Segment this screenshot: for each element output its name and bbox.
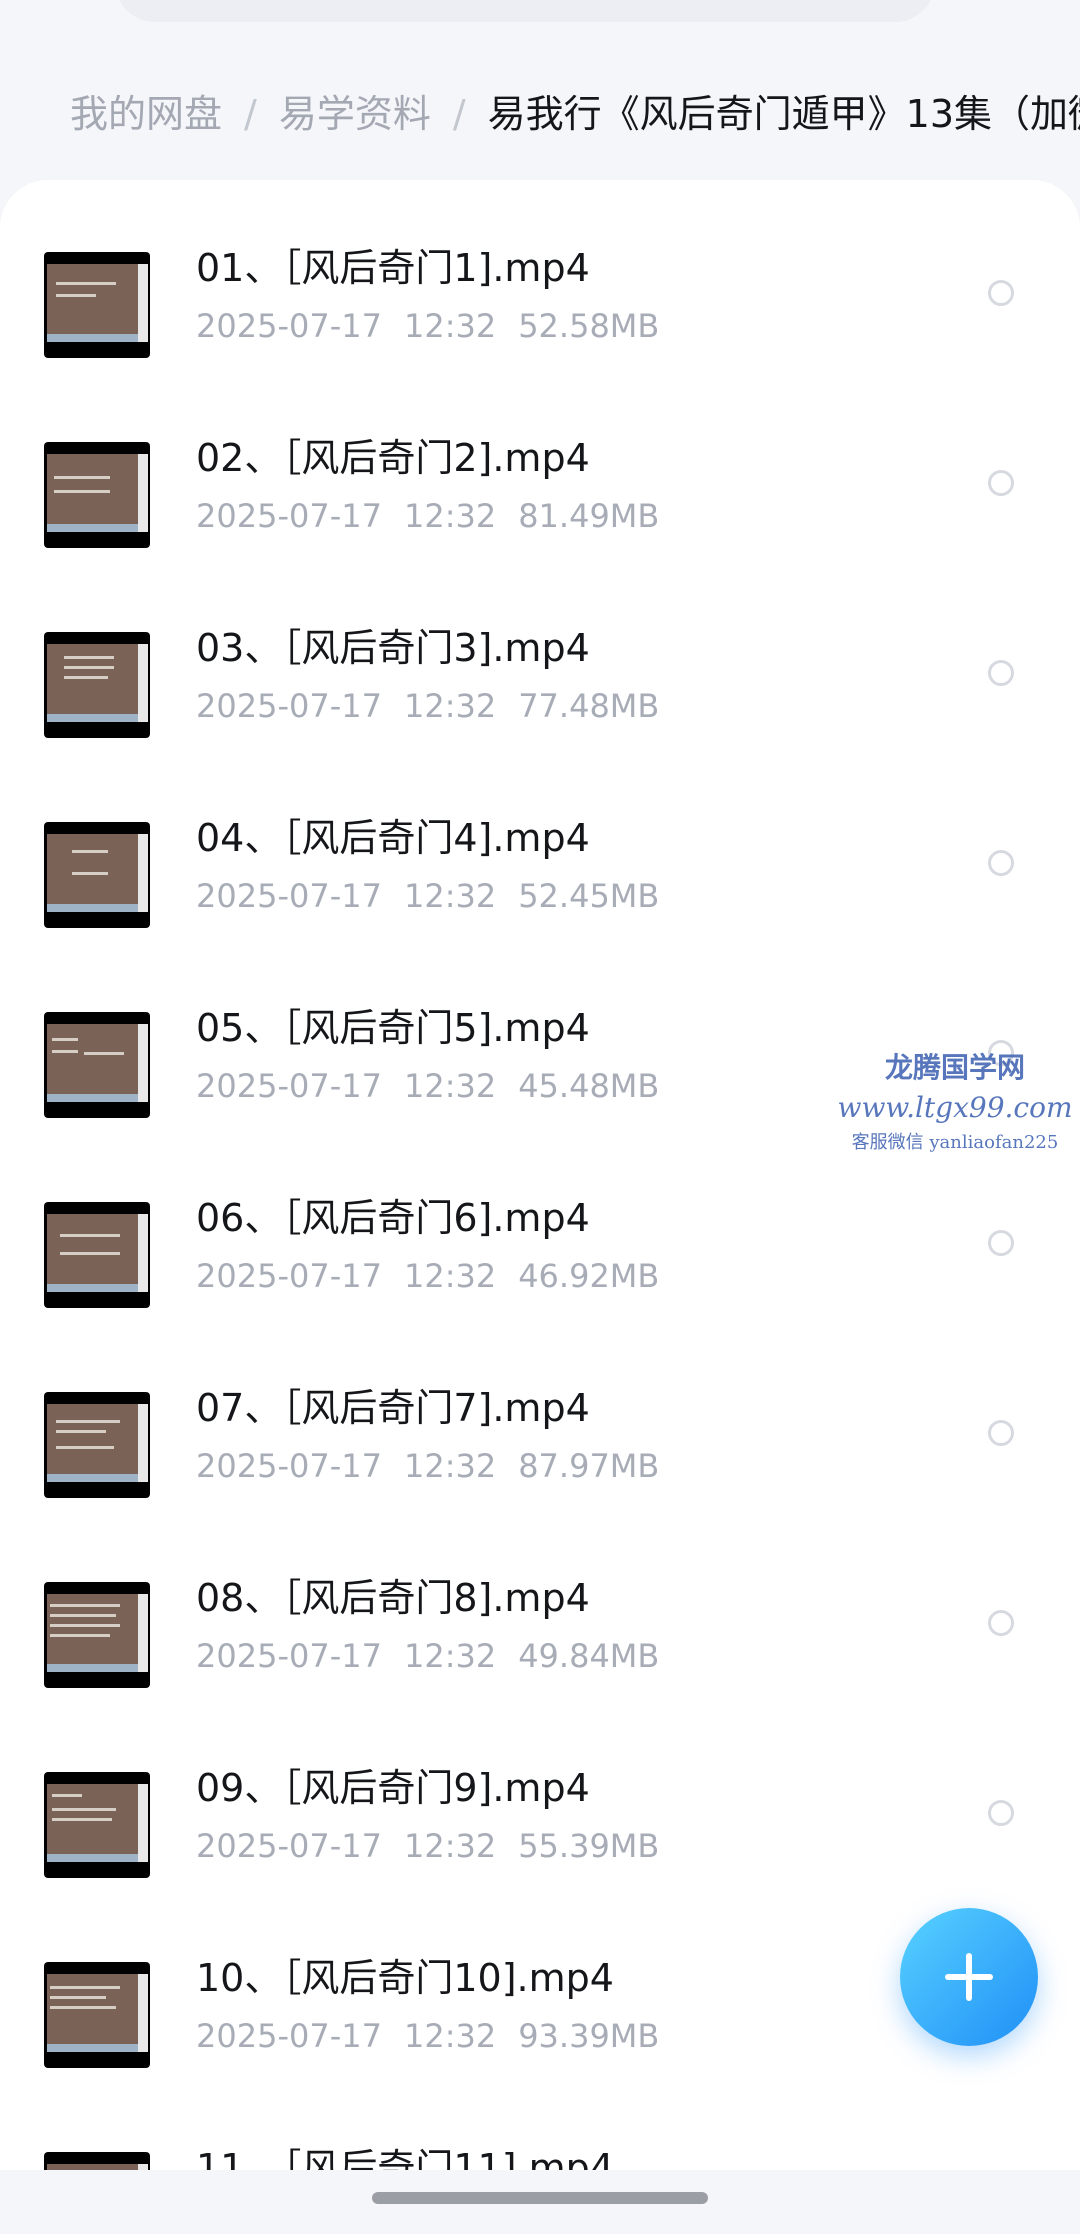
file-row[interactable]: 11、［风后奇门11].mp4 — [0, 2140, 1080, 2170]
select-radio[interactable] — [988, 280, 1014, 306]
file-time: 12:32 — [403, 1257, 497, 1295]
file-date: 2025-07-17 — [196, 307, 382, 345]
video-thumbnail — [44, 1962, 150, 2068]
file-meta: 2025-07-17 12:32 55.39MB — [196, 1824, 659, 1868]
file-meta: 2025-07-17 12:32 52.45MB — [196, 874, 659, 918]
plus-icon — [945, 1953, 993, 2001]
file-meta: 2025-07-17 12:32 46.92MB — [196, 1254, 659, 1298]
file-row[interactable]: 07、［风后奇门7].mp4 2025-07-17 12:32 87.97MB — [0, 1380, 1080, 1570]
file-date: 2025-07-17 — [196, 687, 382, 725]
file-name: 03、［风后奇门3].mp4 — [196, 626, 590, 670]
video-thumbnail — [44, 2152, 150, 2170]
file-name: 07、［风后奇门7].mp4 — [196, 1386, 590, 1430]
video-thumbnail — [44, 1012, 150, 1118]
file-time: 12:32 — [403, 497, 497, 535]
file-time: 12:32 — [403, 1447, 497, 1485]
video-thumbnail — [44, 822, 150, 928]
file-time: 12:32 — [403, 2017, 497, 2055]
video-thumbnail — [44, 1392, 150, 1498]
file-name: 11、［风后奇门11].mp4 — [196, 2146, 614, 2170]
file-time: 12:32 — [403, 1067, 497, 1105]
file-name: 04、［风后奇门4].mp4 — [196, 816, 590, 860]
file-name: 01、［风后奇门1].mp4 — [196, 246, 590, 290]
watermark-title: 龙腾国学网 — [884, 1051, 1025, 1084]
file-row[interactable]: 08、［风后奇门8].mp4 2025-07-17 12:32 49.84MB — [0, 1570, 1080, 1760]
file-size: 81.49MB — [518, 497, 660, 535]
file-size: 77.48MB — [518, 687, 660, 725]
file-date: 2025-07-17 — [196, 1067, 382, 1105]
file-size: 93.39MB — [518, 2017, 660, 2055]
file-meta: 2025-07-17 12:32 77.48MB — [196, 684, 659, 728]
file-date: 2025-07-17 — [196, 1827, 382, 1865]
file-row[interactable]: 06、［风后奇门6].mp4 2025-07-17 12:32 46.92MB — [0, 1190, 1080, 1380]
file-name: 02、［风后奇门2].mp4 — [196, 436, 590, 480]
watermark-url: www.ltgx99.com — [837, 1091, 1073, 1124]
file-meta: 2025-07-17 12:32 81.49MB — [196, 494, 659, 538]
file-date: 2025-07-17 — [196, 497, 382, 535]
video-thumbnail — [44, 1202, 150, 1308]
file-row[interactable]: 04、［风后奇门4].mp4 2025-07-17 12:32 52.45MB — [0, 810, 1080, 1000]
select-radio[interactable] — [988, 1800, 1014, 1826]
file-date: 2025-07-17 — [196, 1257, 382, 1295]
select-radio[interactable] — [988, 1230, 1014, 1256]
file-meta: 2025-07-17 12:32 49.84MB — [196, 1634, 659, 1678]
select-radio[interactable] — [988, 660, 1014, 686]
file-meta: 2025-07-17 12:32 52.58MB — [196, 304, 659, 348]
select-radio[interactable] — [988, 1420, 1014, 1446]
select-radio[interactable] — [988, 850, 1014, 876]
file-size: 52.58MB — [518, 307, 660, 345]
file-meta: 2025-07-17 12:32 87.97MB — [196, 1444, 659, 1488]
file-list: 01、［风后奇门1].mp4 2025-07-17 12:32 52.58MB 02… — [0, 180, 1080, 2170]
file-time: 12:32 — [403, 687, 497, 725]
file-time: 12:32 — [403, 877, 497, 915]
breadcrumb-separator: / — [452, 92, 466, 136]
video-thumbnail — [44, 442, 150, 548]
file-name: 08、［风后奇门8].mp4 — [196, 1576, 590, 1620]
file-size: 52.45MB — [518, 877, 660, 915]
file-date: 2025-07-17 — [196, 877, 382, 915]
file-name: 05、［风后奇门5].mp4 — [196, 1006, 590, 1050]
file-row[interactable]: 01、［风后奇门1].mp4 2025-07-17 12:32 52.58MB — [0, 240, 1080, 430]
breadcrumb-item-my-drive[interactable]: 我的网盘 — [70, 82, 222, 146]
file-name: 06、［风后奇门6].mp4 — [196, 1196, 590, 1240]
watermark: 龙腾国学网 www.ltgx99.com 客服微信 yanliaofan225 — [830, 1048, 1080, 1158]
file-size: 46.92MB — [518, 1257, 660, 1295]
file-time: 12:32 — [403, 307, 497, 345]
video-thumbnail — [44, 1582, 150, 1688]
select-radio[interactable] — [988, 1610, 1014, 1636]
file-size: 49.84MB — [518, 1637, 660, 1675]
file-time: 12:32 — [403, 1637, 497, 1675]
add-button[interactable] — [900, 1908, 1038, 2046]
video-thumbnail — [44, 632, 150, 738]
file-size: 87.97MB — [518, 1447, 660, 1485]
breadcrumb-separator: / — [244, 92, 257, 136]
file-date: 2025-07-17 — [196, 2017, 382, 2055]
file-meta: 2025-07-17 12:32 93.39MB — [196, 2014, 659, 2058]
file-size: 45.48MB — [518, 1067, 660, 1105]
file-row[interactable]: 02、［风后奇门2].mp4 2025-07-17 12:32 81.49MB — [0, 430, 1080, 620]
file-date: 2025-07-17 — [196, 1637, 382, 1675]
breadcrumb-current-folder: 易我行《风后奇门遁甲》13集（加微 — [487, 92, 1080, 136]
file-time: 12:32 — [403, 1827, 497, 1865]
file-name: 10、［风后奇门10].mp4 — [196, 1956, 614, 2000]
watermark-contact: 客服微信 yanliaofan225 — [851, 1132, 1059, 1153]
breadcrumb-item-yixue[interactable]: 易学资料 — [279, 82, 431, 146]
file-meta: 2025-07-17 12:32 45.48MB — [196, 1064, 659, 1108]
file-date: 2025-07-17 — [196, 1447, 382, 1485]
video-thumbnail — [44, 252, 150, 358]
select-radio[interactable] — [988, 470, 1014, 496]
home-indicator[interactable] — [372, 2192, 708, 2204]
file-row[interactable]: 09、［风后奇门9].mp4 2025-07-17 12:32 55.39MB — [0, 1760, 1080, 1950]
video-thumbnail — [44, 1772, 150, 1878]
breadcrumb: 我的网盘 / 易学资料 / 易我行《风后奇门遁甲》13集（加微 — [70, 82, 1080, 146]
search-bar[interactable] — [115, 0, 935, 22]
file-row[interactable]: 03、［风后奇门3].mp4 2025-07-17 12:32 77.48MB — [0, 620, 1080, 810]
file-name: 09、［风后奇门9].mp4 — [196, 1766, 590, 1810]
file-size: 55.39MB — [518, 1827, 660, 1865]
